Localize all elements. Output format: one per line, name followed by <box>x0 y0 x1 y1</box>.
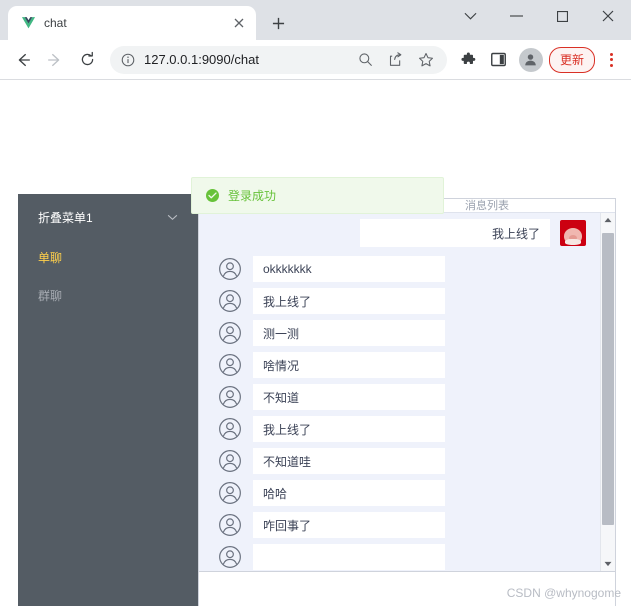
window-controls <box>447 0 631 32</box>
chrome-menu-button[interactable] <box>599 46 623 74</box>
message-list-scrollbar[interactable] <box>600 213 615 571</box>
default-user-avatar <box>217 448 243 474</box>
page-viewport: 折叠菜单1 单聊 群聊 消息列表 我上线了 okkkkkkk 我上线了 测一测 … <box>0 80 631 606</box>
message-row: okkkkkkk <box>199 253 600 285</box>
update-label: 更新 <box>559 53 584 67</box>
default-user-avatar <box>217 352 243 378</box>
message-row <box>199 541 600 571</box>
browser-toolbar: 127.0.0.1:9090/chat 更新 <box>0 40 631 80</box>
scrollbar-track[interactable] <box>601 227 615 557</box>
site-info-icon[interactable] <box>120 52 136 68</box>
chevron-down-icon[interactable] <box>447 0 493 32</box>
message-bubble: 不知道哇 <box>253 448 445 474</box>
success-check-icon <box>206 189 219 202</box>
message-row: 我上线了 <box>199 413 600 445</box>
message-bubble: 啥情况 <box>253 352 445 378</box>
update-button[interactable]: 更新 <box>548 46 595 73</box>
message-bubble: 我上线了 <box>253 288 445 314</box>
default-user-avatar <box>217 320 243 346</box>
extensions-icon[interactable] <box>455 46 483 74</box>
pig-photo-avatar <box>560 220 586 246</box>
reload-button[interactable] <box>72 45 102 75</box>
message-bubble: okkkkkkk <box>253 256 445 282</box>
message-row: 哈哈 <box>199 477 600 509</box>
message-row: 不知道 <box>199 381 600 413</box>
message-row: 啥情况 <box>199 349 600 381</box>
sidebar-collapse-label: 折叠菜单1 <box>38 210 93 225</box>
kebab-dot <box>609 52 613 56</box>
sidebar-item-single-chat[interactable]: 单聊 <box>18 240 198 274</box>
default-user-avatar <box>217 512 243 538</box>
share-icon[interactable] <box>385 49 407 71</box>
kebab-dot <box>609 63 613 67</box>
message-row: 我上线了 <box>199 285 600 317</box>
sidebar-collapse-group[interactable]: 折叠菜单1 <box>18 200 198 234</box>
profile-icon[interactable] <box>518 47 543 72</box>
default-user-avatar <box>217 288 243 314</box>
default-user-avatar <box>217 480 243 506</box>
browser-tab-chat[interactable]: chat <box>8 6 256 40</box>
message-bubble: 不知道 <box>253 384 445 410</box>
message-row: 咋回事了 <box>199 509 600 541</box>
tab-close-icon[interactable] <box>230 14 248 32</box>
tab-title: chat <box>44 16 67 30</box>
bookmark-star-icon[interactable] <box>415 49 437 71</box>
scroll-up-arrow-icon[interactable] <box>601 213 615 227</box>
chat-header-title: 消息列表 <box>465 200 509 212</box>
message-row: 不知道哇 <box>199 445 600 477</box>
sidebar-menu: 折叠菜单1 单聊 群聊 <box>18 194 198 606</box>
maximize-icon[interactable] <box>539 0 585 32</box>
kebab-dot <box>609 58 613 61</box>
message-bubble: 咋回事了 <box>253 512 445 538</box>
browser-window: chat 127.0.0.1:9090/chat 更新 折叠菜单1 单聊 群聊 … <box>0 0 631 606</box>
new-tab-button[interactable] <box>264 9 292 37</box>
toast-notification: 登录成功 <box>191 177 444 214</box>
message-bubble: 我上线了 <box>253 416 445 442</box>
back-button[interactable] <box>8 45 38 75</box>
watermark: CSDN @whynogome <box>506 586 621 600</box>
sidebar-item-label: 群聊 <box>38 288 63 303</box>
message-bubble <box>253 544 445 570</box>
default-user-avatar <box>217 384 243 410</box>
message-row: 测一测 <box>199 317 600 349</box>
scrollbar-thumb[interactable] <box>602 233 614 525</box>
forward-button[interactable] <box>40 45 70 75</box>
url-text[interactable]: 127.0.0.1:9090/chat <box>144 52 347 67</box>
message-list-container: 我上线了 okkkkkkk 我上线了 测一测 啥情况 不知道 我上线了 不知道哇… <box>199 213 615 572</box>
tab-strip: chat <box>0 0 631 40</box>
sidebar-item-label: 单聊 <box>38 250 63 265</box>
chat-panel: 消息列表 我上线了 okkkkkkk 我上线了 测一测 啥情况 不知道 我上线了… <box>198 198 616 606</box>
sidebar-item-group-chat[interactable]: 群聊 <box>18 278 198 312</box>
message-bubble: 测一测 <box>253 320 445 346</box>
chevron-down-icon <box>167 214 178 221</box>
message-bubble: 我上线了 <box>360 219 550 247</box>
minimize-icon[interactable] <box>493 0 539 32</box>
default-user-avatar <box>217 544 243 570</box>
message-list: 我上线了 okkkkkkk 我上线了 测一测 啥情况 不知道 我上线了 不知道哇… <box>199 213 600 571</box>
vue-logo-icon <box>20 15 36 31</box>
pig-image <box>564 228 582 244</box>
default-user-avatar <box>217 256 243 282</box>
message-bubble: 哈哈 <box>253 480 445 506</box>
default-user-avatar <box>217 416 243 442</box>
address-bar[interactable]: 127.0.0.1:9090/chat <box>110 45 447 74</box>
toast-message: 登录成功 <box>228 189 277 203</box>
search-icon[interactable] <box>355 49 377 71</box>
message-row: 我上线了 <box>199 213 600 253</box>
scroll-down-arrow-icon[interactable] <box>601 557 615 571</box>
side-panel-icon[interactable] <box>485 46 513 74</box>
close-icon[interactable] <box>585 0 631 32</box>
